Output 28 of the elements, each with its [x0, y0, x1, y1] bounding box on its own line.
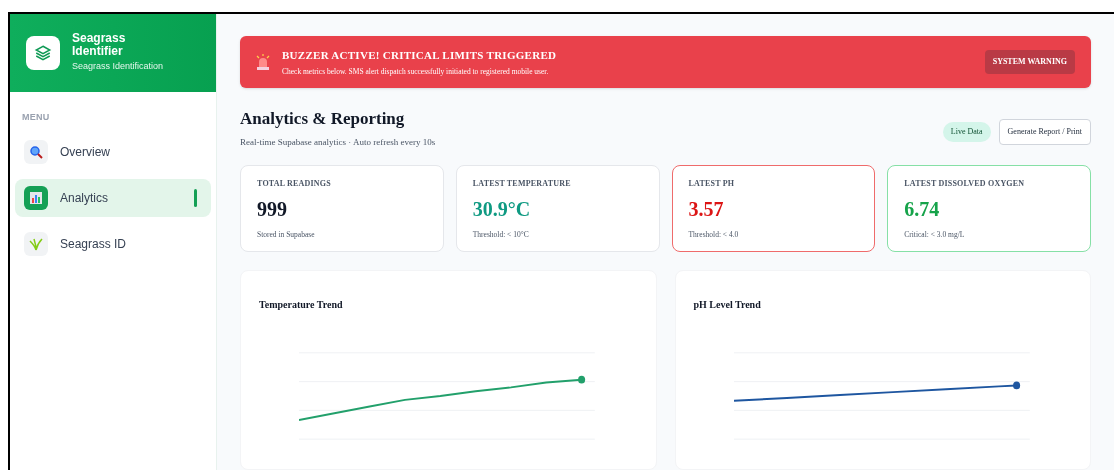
menu-label: MENU: [21, 111, 51, 124]
metric-label: LATEST PH: [688, 178, 736, 190]
nav-item[interactable]: Seagrass ID: [15, 224, 211, 263]
page-title: Analytics & Reporting: [240, 108, 406, 130]
page-subtitle: Real-time Supabase analytics · Auto refresh every 10s: [240, 135, 436, 149]
generate-report-button[interactable]: Generate Report / Print: [998, 119, 1091, 145]
chart-title: pH Level Trend: [693, 299, 761, 310]
active-indicator: [194, 188, 197, 207]
search-icon: [29, 144, 43, 159]
nav-item[interactable]: Analytics: [15, 178, 211, 217]
plant-icon: [29, 236, 43, 251]
system-warning-label: SYSTEM WARNING: [984, 50, 1075, 74]
alert-title: BUZZER ACTIVE! CRITICAL LIMITS TRIGGERED: [282, 48, 558, 64]
nav-item[interactable]: Overview: [15, 132, 211, 171]
live-data-label: Live Data: [942, 122, 991, 142]
chart-title: Temperature Trend: [259, 299, 343, 310]
metric-label: LATEST TEMPERATURE: [472, 178, 572, 190]
metric-value: 6.74: [904, 197, 941, 222]
metric-value: 3.57: [688, 197, 725, 222]
metric-label: LATEST DISSOLVED OXYGEN: [904, 178, 1026, 190]
bar-chart-icon: [30, 191, 42, 204]
app-subtitle: Seagrass Identification: [72, 60, 164, 74]
layers-icon: [26, 36, 60, 70]
metric-label: TOTAL READINGS: [257, 178, 332, 190]
app-title: Seagrass Identifier: [72, 32, 127, 59]
metric-value: 999: [257, 197, 288, 222]
metric-value: 30.9°C: [472, 197, 532, 222]
siren-icon: [256, 54, 270, 70]
